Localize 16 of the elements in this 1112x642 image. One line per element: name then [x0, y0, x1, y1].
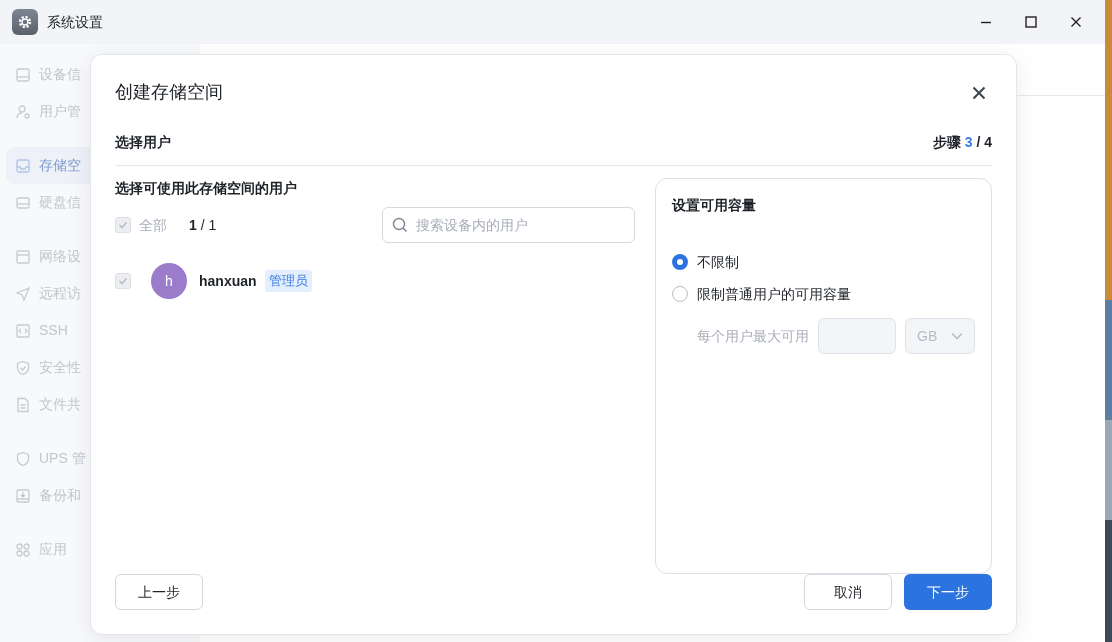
step-current: 3 [964, 133, 973, 152]
selection-count: 1 / 1 [189, 215, 217, 235]
radio-label: 不限制 [697, 252, 739, 272]
window-title: 系统设置 [47, 12, 103, 32]
section-heading: 选择可使用此存储空间的用户 [115, 179, 298, 198]
field-label: 每个用户最大可用 [697, 326, 809, 346]
role-tag: 管理员 [264, 270, 312, 292]
step-title: 选择用户 [115, 133, 171, 152]
radio-label: 限制普通用户的可用容量 [697, 284, 851, 304]
avatar: h [151, 263, 187, 299]
checkbox-label: 全部 [139, 215, 167, 235]
dialog-title: 创建存储空间 [115, 81, 223, 104]
step-label: 步骤 [932, 133, 961, 152]
step-total: / 4 [976, 133, 992, 152]
user-name: hanxuan [199, 271, 257, 291]
panel-title: 设置可用容量 [672, 196, 757, 215]
